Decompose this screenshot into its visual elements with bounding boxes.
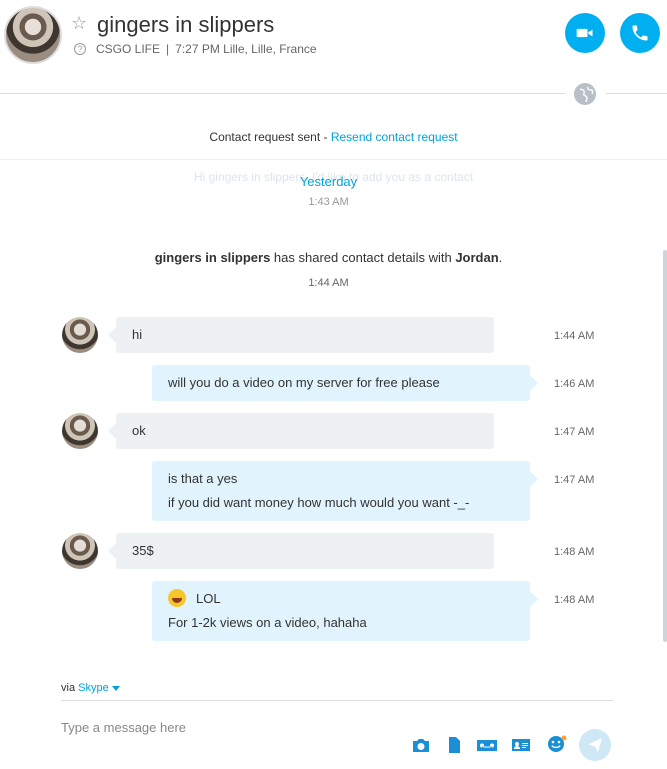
via-service-label: Skype	[78, 682, 109, 694]
message-text: if you did want money how much would you…	[168, 495, 470, 510]
header-divider	[0, 82, 667, 108]
via-service-link[interactable]: Skype	[78, 682, 120, 694]
message-text: For 1-2k views on a video, hahaha	[168, 615, 367, 630]
video-message-icon	[477, 740, 497, 751]
message-time: 1:48 AM	[554, 546, 595, 558]
message-bubble[interactable]: 35$	[108, 533, 494, 569]
faded-history-time: 1:43 AM	[308, 196, 349, 208]
send-icon	[588, 738, 602, 752]
globe-icon[interactable]	[574, 83, 596, 105]
contact-request-text: Contact request sent -	[209, 130, 331, 144]
help-icon[interactable]: ?	[74, 43, 86, 55]
message-bubble[interactable]: is that a yes if you did want money how …	[152, 461, 538, 521]
image-icon	[413, 739, 429, 752]
contact-name[interactable]: gingers in slippers	[97, 12, 274, 38]
divider-line	[606, 93, 667, 94]
event-actor: gingers in slippers	[154, 250, 271, 265]
contact-request-notice: Contact request sent - Resend contact re…	[0, 130, 667, 144]
conversation-header: ☆ gingers in slippers ? CSGO LIFE | 7:27…	[0, 0, 667, 92]
send-button[interactable]	[579, 729, 611, 761]
phone-icon	[632, 25, 648, 41]
message-text: hi	[132, 327, 143, 342]
video-message-button[interactable]	[476, 737, 498, 753]
emoticons-button[interactable]	[547, 735, 567, 753]
day-separator: Yesterday	[299, 174, 358, 189]
message-time: 1:46 AM	[554, 378, 595, 390]
subtitle-separator: |	[166, 42, 170, 56]
contact-avatar[interactable]	[4, 6, 62, 64]
message-text: ok	[132, 423, 146, 438]
local-time: 7:27 PM Lille, Lille, France	[175, 42, 317, 56]
system-event: gingers in slippers has shared contact d…	[0, 250, 657, 265]
contact-card-icon	[512, 739, 530, 751]
message-time: 1:47 AM	[554, 474, 595, 486]
divider-line	[0, 93, 565, 94]
avatar[interactable]	[62, 413, 98, 449]
audio-call-button[interactable]	[620, 13, 660, 53]
message-time: 1:44 AM	[554, 330, 595, 342]
message-bubble[interactable]: will you do a video on my server for fre…	[152, 365, 538, 401]
compose-divider	[61, 700, 613, 701]
message-bubble[interactable]: LOL For 1-2k views on a video, hahaha	[152, 581, 538, 641]
resend-contact-request-link[interactable]: Resend contact request	[331, 130, 458, 144]
emoticon-icon	[548, 735, 567, 752]
event-action: has shared contact details with	[270, 250, 456, 265]
star-icon[interactable]: ☆	[71, 14, 89, 32]
message-input[interactable]	[61, 716, 391, 738]
video-camera-icon	[576, 28, 593, 38]
message-time: 1:47 AM	[554, 426, 595, 438]
message-text: will you do a video on my server for fre…	[168, 375, 440, 390]
event-target: Jordan	[455, 250, 499, 265]
message-bubble[interactable]: ok	[108, 413, 494, 449]
message-text: LOL	[196, 591, 221, 606]
message-time: 1:48 AM	[554, 594, 595, 606]
avatar[interactable]	[62, 533, 98, 569]
event-time: 1:44 AM	[308, 277, 349, 289]
chevron-down-icon	[111, 685, 120, 691]
message-text: 35$	[132, 543, 154, 558]
message-bubble[interactable]: hi	[108, 317, 494, 353]
file-icon	[449, 737, 460, 753]
laughing-emoji-icon[interactable]	[168, 588, 186, 607]
message-line: LOL	[168, 587, 514, 611]
send-contacts-button[interactable]	[512, 737, 530, 753]
event-end: .	[498, 250, 503, 265]
avatar[interactable]	[62, 317, 98, 353]
via-selector: via Skype	[61, 682, 120, 694]
send-image-button[interactable]	[412, 737, 430, 753]
contact-subtitle: ? CSGO LIFE | 7:27 PM Lille, Lille, Fran…	[74, 41, 317, 57]
video-call-button[interactable]	[565, 13, 605, 53]
send-file-button[interactable]	[445, 737, 463, 753]
mood-message: CSGO LIFE	[96, 42, 161, 56]
via-label: via	[61, 682, 79, 694]
conversation-scrollbar[interactable]	[663, 250, 667, 642]
message-text: is that a yes	[168, 471, 238, 486]
notice-divider	[0, 159, 667, 160]
